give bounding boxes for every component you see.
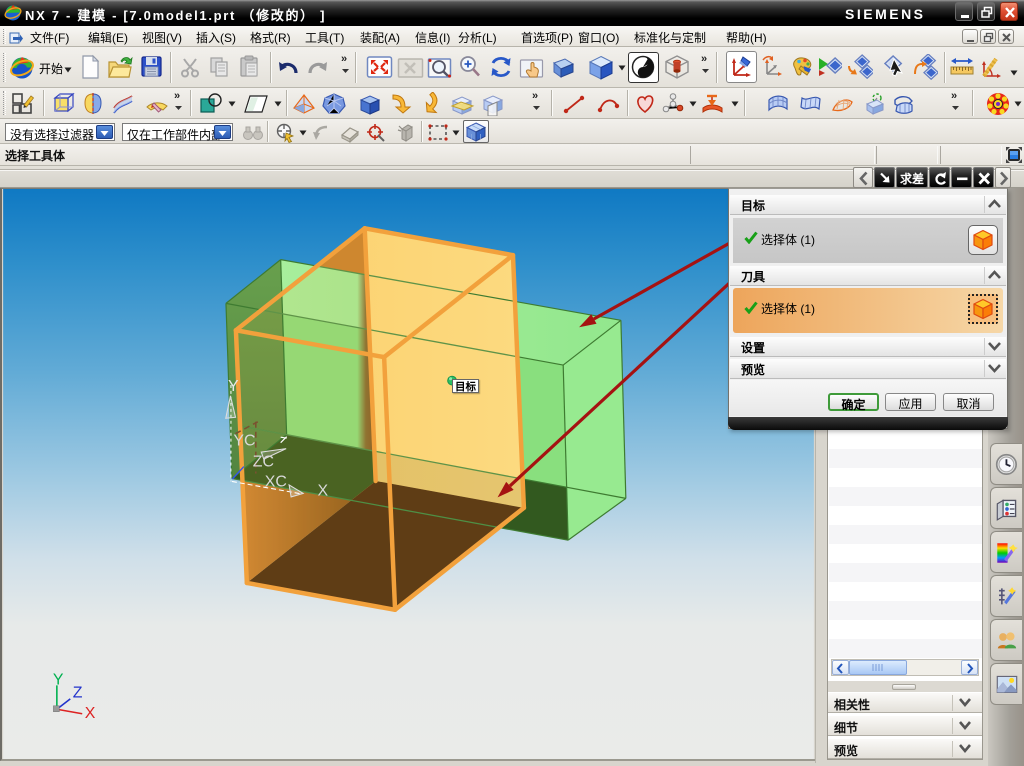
svg-text:XC: XC bbox=[265, 473, 287, 490]
svg-text:YC: YC bbox=[233, 433, 255, 450]
svg-text:ZC: ZC bbox=[253, 454, 274, 471]
svg-text:X: X bbox=[317, 482, 328, 499]
svg-text:X: X bbox=[85, 705, 96, 722]
svg-text:Z: Z bbox=[73, 684, 83, 701]
svg-text:Y: Y bbox=[53, 671, 64, 688]
svg-text:Y: Y bbox=[228, 378, 239, 395]
